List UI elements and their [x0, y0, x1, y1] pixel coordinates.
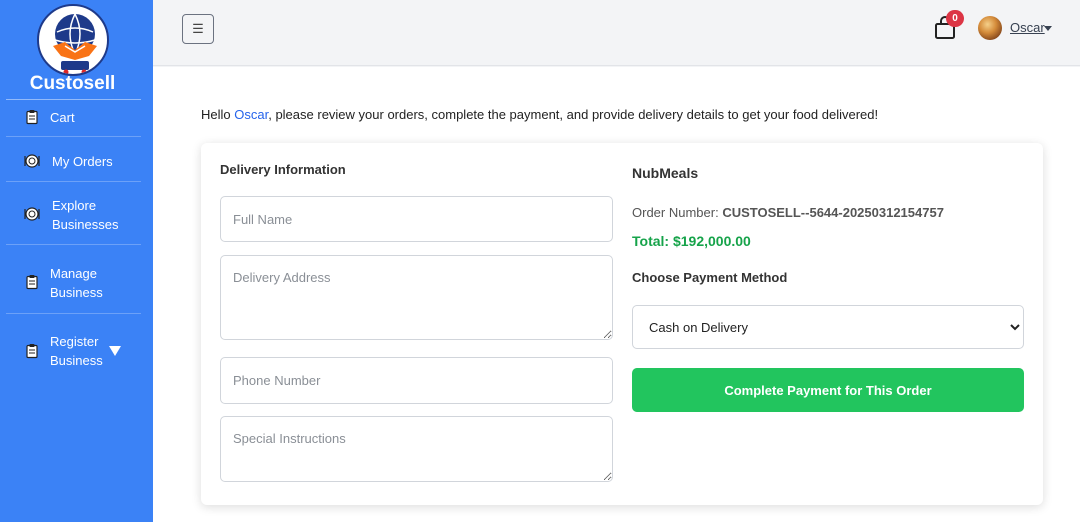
- chevron-down-icon[interactable]: [1044, 26, 1052, 31]
- delivery-info-title: Delivery Information: [220, 162, 346, 177]
- divider: [6, 181, 141, 182]
- greeting-message: , please review your orders, complete th…: [268, 107, 879, 122]
- clipboard-icon: [26, 110, 38, 125]
- sidebar-item-label: Cart: [50, 110, 75, 125]
- divider: [6, 244, 141, 245]
- sidebar-toggle-button[interactable]: ☰: [182, 14, 214, 44]
- greeting-text: Hello Oscar, please review your orders, …: [201, 107, 878, 122]
- plate-icon: [24, 154, 40, 168]
- avatar[interactable]: [978, 16, 1002, 40]
- payment-method-select[interactable]: Cash on Delivery: [632, 305, 1024, 349]
- order-number: Order Number: CUSTOSELL--5644-2025031215…: [632, 205, 944, 220]
- user-menu-link[interactable]: Oscar: [1010, 20, 1045, 35]
- delivery-address-field[interactable]: [220, 255, 613, 340]
- phone-number-field[interactable]: [220, 357, 613, 404]
- payment-method-title: Choose Payment Method: [632, 270, 788, 285]
- sidebar-item-cart[interactable]: Cart: [0, 107, 145, 129]
- order-number-label: Order Number:: [632, 205, 723, 220]
- sidebar-item-my-orders[interactable]: My Orders: [0, 151, 145, 173]
- complete-payment-button[interactable]: Complete Payment for This Order: [632, 368, 1024, 412]
- greeting-prefix: Hello: [201, 107, 235, 122]
- sidebar-item-manage-business[interactable]: Manage Business: [0, 264, 145, 304]
- sidebar-item-label: Manage Business: [50, 266, 103, 300]
- clipboard-icon: [26, 344, 38, 359]
- total-label: Total:: [632, 233, 673, 249]
- sidebar-item-label: Register Business: [50, 334, 103, 368]
- order-number-value: CUSTOSELL--5644-20250312154757: [722, 205, 944, 220]
- hamburger-icon: ☰: [192, 21, 204, 36]
- divider: [6, 136, 141, 137]
- brand-name: Custosell: [29, 73, 116, 94]
- total-value: $192,000.00: [672, 233, 751, 249]
- brand-logo[interactable]: [37, 4, 109, 76]
- sidebar-item-label: Explore Businesses: [52, 198, 119, 232]
- topbar: ☰ 0 Oscar: [153, 0, 1080, 66]
- divider: [6, 313, 141, 314]
- greeting-user-name: Oscar: [234, 107, 269, 122]
- sidebar-item-label: My Orders: [52, 154, 113, 169]
- special-instructions-field[interactable]: [220, 416, 613, 482]
- sidebar-item-explore-businesses[interactable]: Explore Businesses: [0, 196, 145, 236]
- full-name-field[interactable]: [220, 196, 613, 242]
- plate-icon: [24, 207, 40, 221]
- main-content: Hello Oscar, please review your orders, …: [153, 67, 1080, 522]
- divider: [6, 99, 141, 100]
- caret-down-icon[interactable]: [109, 346, 121, 356]
- merchant-name: NubMeals: [632, 165, 699, 181]
- clipboard-icon: [26, 275, 38, 290]
- checkout-card: Delivery Information NubMeals Order Numb…: [201, 143, 1043, 505]
- cart-count-badge: 0: [946, 10, 964, 27]
- sidebar-item-register-business[interactable]: Register Business: [0, 332, 145, 372]
- order-total: Total: $192,000.00: [632, 233, 751, 249]
- sidebar: Custosell Cart My Orders Explore Busines…: [0, 0, 153, 522]
